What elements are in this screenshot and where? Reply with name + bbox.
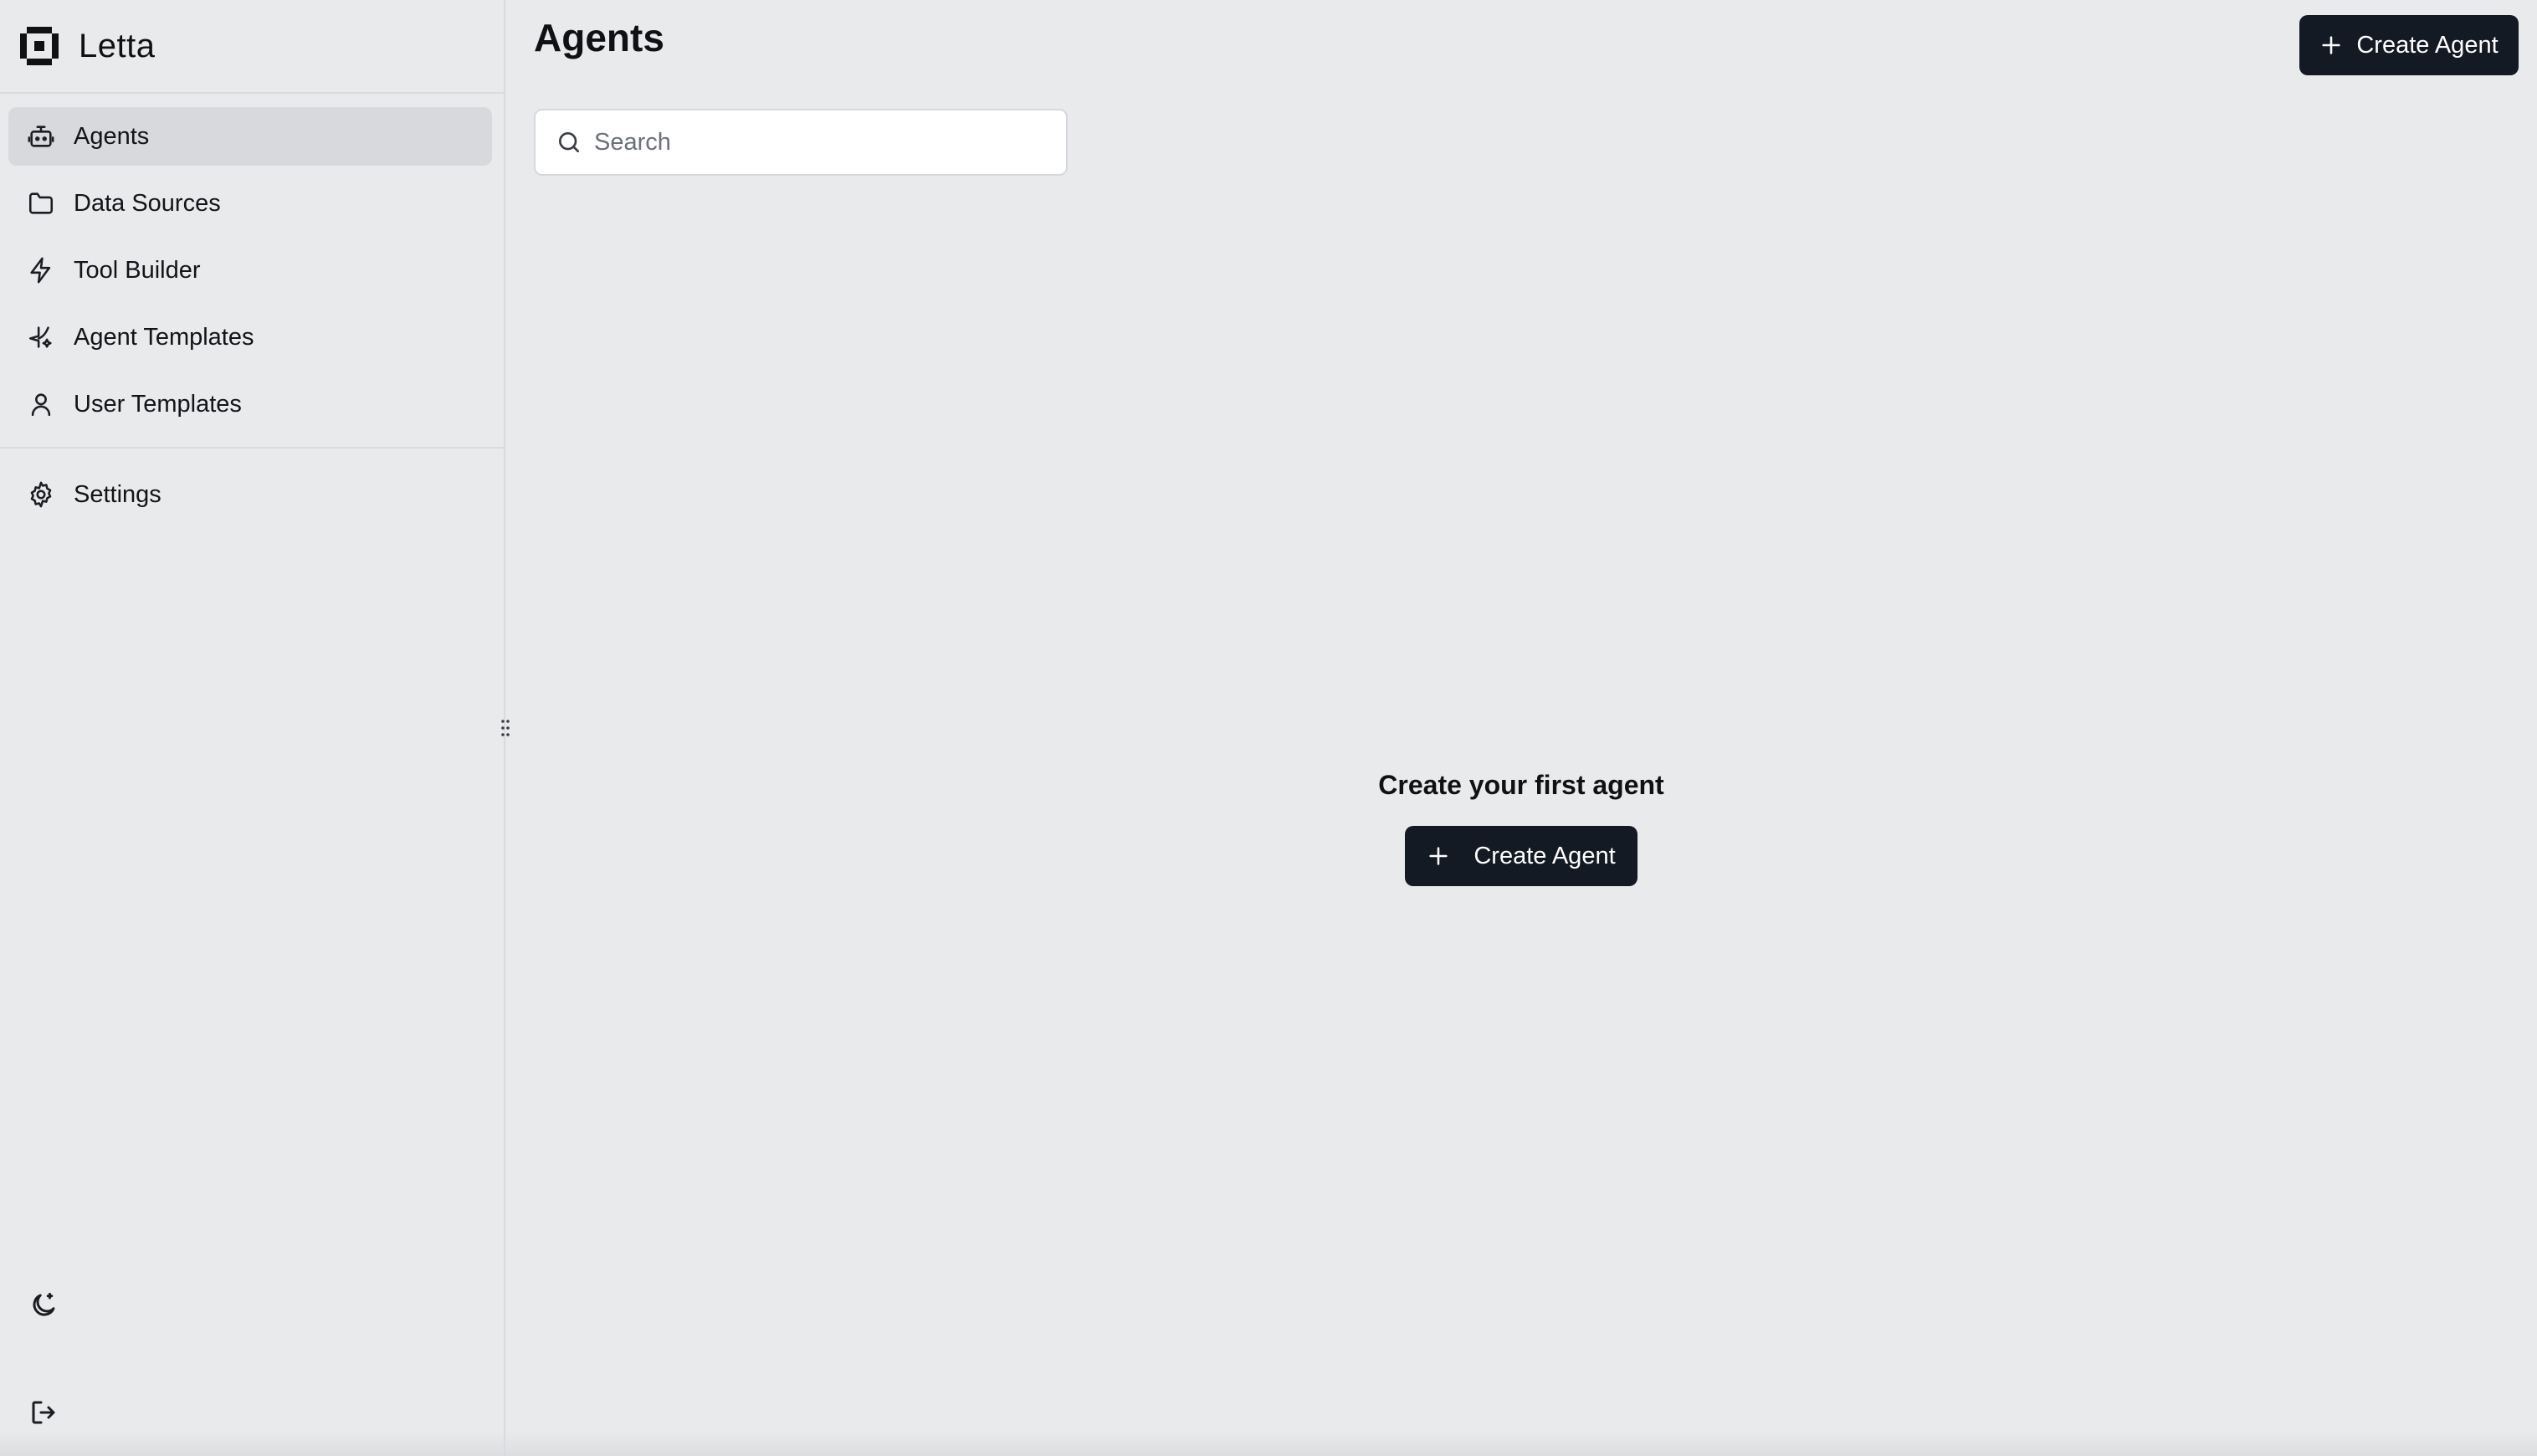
sidebar-item-tool-builder[interactable]: Tool Builder bbox=[8, 241, 492, 300]
theme-toggle-button[interactable] bbox=[28, 1290, 62, 1324]
folder-icon bbox=[27, 189, 55, 218]
search-icon bbox=[556, 129, 582, 156]
lightning-icon bbox=[27, 256, 55, 285]
create-agent-label: Create Agent bbox=[2356, 31, 2499, 59]
main-content: Agents Create Agent Create your first ag… bbox=[505, 0, 2537, 1456]
sidebar-item-agents[interactable]: Agents bbox=[8, 107, 492, 166]
divider bbox=[0, 92, 504, 94]
divider bbox=[0, 447, 504, 449]
search-field[interactable] bbox=[534, 109, 1068, 176]
letta-logo-icon bbox=[18, 25, 60, 67]
empty-state-create-agent-button[interactable]: Create Agent bbox=[1405, 826, 1638, 886]
sidebar-item-settings[interactable]: Settings bbox=[8, 465, 492, 524]
sidebar-item-label: Tool Builder bbox=[74, 256, 201, 284]
plus-icon bbox=[2319, 33, 2343, 57]
moon-icon bbox=[28, 1290, 62, 1320]
sparkle-icon bbox=[27, 323, 55, 351]
sidebar-item-label: Agents bbox=[74, 122, 150, 150]
empty-state-title: Create your first agent bbox=[1378, 770, 1664, 800]
brand[interactable]: Letta bbox=[18, 22, 155, 70]
app-window: Letta Agents Data Sources Tool Builder A… bbox=[0, 0, 2537, 1456]
sidebar-item-agent-templates[interactable]: Agent Templates bbox=[8, 308, 492, 367]
gear-icon bbox=[27, 480, 55, 509]
settings-nav: Settings bbox=[8, 465, 492, 532]
logout-button[interactable] bbox=[28, 1397, 62, 1431]
sidebar-item-user-templates[interactable]: User Templates bbox=[8, 375, 492, 433]
search-input[interactable] bbox=[594, 128, 1063, 156]
sidebar-item-data-sources[interactable]: Data Sources bbox=[8, 174, 492, 233]
sidebar-item-label: Data Sources bbox=[74, 189, 221, 217]
sidebar-nav: Agents Data Sources Tool Builder Agent T… bbox=[8, 107, 492, 442]
plus-icon bbox=[1427, 844, 1450, 868]
user-icon bbox=[27, 390, 55, 418]
robot-icon bbox=[27, 122, 55, 151]
create-agent-label: Create Agent bbox=[1474, 842, 1616, 869]
sidebar-item-label: Settings bbox=[74, 480, 161, 508]
sidebar: Letta Agents Data Sources Tool Builder A… bbox=[0, 0, 505, 1456]
logout-icon bbox=[28, 1397, 62, 1428]
empty-state: Create your first agent Create Agent bbox=[505, 770, 2537, 886]
page-title: Agents bbox=[534, 16, 664, 59]
sidebar-item-label: User Templates bbox=[74, 390, 242, 418]
create-agent-button[interactable]: Create Agent bbox=[2299, 15, 2519, 75]
sidebar-item-label: Agent Templates bbox=[74, 323, 254, 351]
brand-name: Letta bbox=[79, 27, 156, 64]
